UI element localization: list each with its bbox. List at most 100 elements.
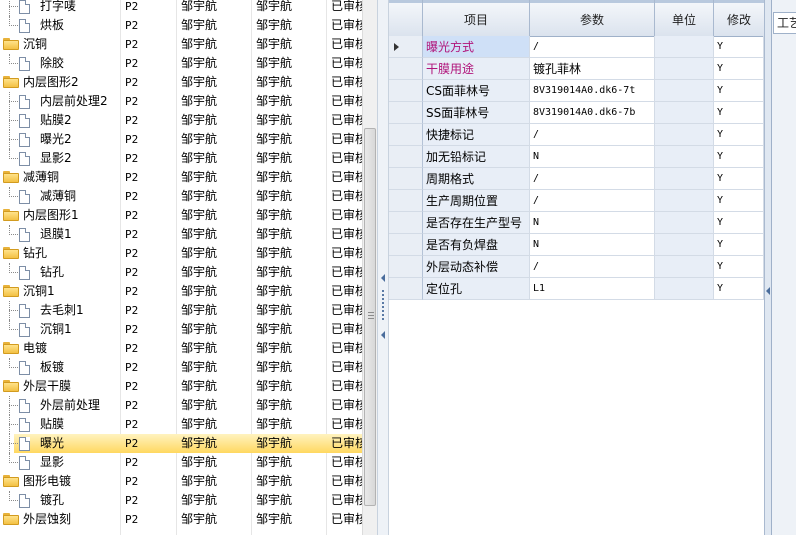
item-cell[interactable]: CS面菲林号: [423, 80, 530, 102]
item-cell[interactable]: 是否有负焊盘: [423, 234, 530, 256]
item-cell[interactable]: 生产周期位置: [423, 190, 530, 212]
row-indicator[interactable]: [389, 146, 423, 168]
modify-cell[interactable]: Y: [714, 278, 764, 300]
tree-row[interactable]: 沉铜1 P2 邹宇航 邹宇航 已审核: [0, 282, 362, 301]
grid-row[interactable]: 是否有负焊盘 N Y: [389, 234, 764, 256]
param-cell[interactable]: N: [530, 146, 655, 168]
tree-node[interactable]: 电镀: [0, 339, 118, 358]
tree-row[interactable]: 除胶 P2 邹宇航 邹宇航 已审核: [0, 54, 362, 73]
tree-row[interactable]: 钻孔 P2 邹宇航 邹宇航 已审核: [0, 263, 362, 282]
item-cell[interactable]: 干膜用途: [423, 58, 530, 80]
unit-cell[interactable]: [655, 80, 714, 102]
grid-row[interactable]: 干膜用途 镀孔菲林 Y: [389, 58, 764, 80]
tree-node[interactable]: 沉铜1: [0, 320, 118, 339]
tree-row[interactable]: 减薄铜 P2 邹宇航 邹宇航 已审核: [0, 187, 362, 206]
tree-row[interactable]: 曝光2 P2 邹宇航 邹宇航 已审核: [0, 130, 362, 149]
tree-node[interactable]: 显影: [0, 453, 118, 472]
grid-row[interactable]: 加无铅标记 N Y: [389, 146, 764, 168]
tree-row[interactable]: 内层前处理2 P2 邹宇航 邹宇航 已审核: [0, 92, 362, 111]
row-indicator[interactable]: [389, 278, 423, 300]
header-unit[interactable]: 单位: [655, 0, 714, 36]
tree-row[interactable]: 显影 P2 邹宇航 邹宇航 已审核: [0, 453, 362, 472]
grid-row[interactable]: 是否存在生产型号 N Y: [389, 212, 764, 234]
grid-row[interactable]: SS面菲林号 8V319014A0.dk6-7b Y: [389, 102, 764, 124]
row-indicator[interactable]: [389, 168, 423, 190]
row-indicator[interactable]: [389, 58, 423, 80]
modify-cell[interactable]: Y: [714, 124, 764, 146]
tree-row[interactable]: 退膜1 P2 邹宇航 邹宇航 已审核: [0, 225, 362, 244]
grid-row[interactable]: 生产周期位置 / Y: [389, 190, 764, 212]
param-cell[interactable]: /: [530, 168, 655, 190]
grid-row[interactable]: 快捷标记 / Y: [389, 124, 764, 146]
param-cell[interactable]: 镀孔菲林: [530, 58, 655, 80]
tree-node[interactable]: 退膜1: [0, 225, 118, 244]
tree-row[interactable]: 钻孔 P2 邹宇航 邹宇航 已审核: [0, 244, 362, 263]
unit-cell[interactable]: [655, 278, 714, 300]
row-indicator[interactable]: [389, 190, 423, 212]
unit-cell[interactable]: [655, 102, 714, 124]
tree-row[interactable]: 贴膜2 P2 邹宇航 邹宇航 已审核: [0, 111, 362, 130]
unit-cell[interactable]: [655, 190, 714, 212]
row-indicator[interactable]: [389, 102, 423, 124]
item-cell[interactable]: SS面菲林号: [423, 102, 530, 124]
process-tree-grid[interactable]: 打字唛 P2 邹宇航 邹宇航 已审核 烘板 P2 邹宇航 邹宇航 已审核 沉铜 P2 邹宇航 邹宇航 已审核…: [0, 0, 362, 535]
modify-cell[interactable]: Y: [714, 212, 764, 234]
tree-node[interactable]: 曝光2: [0, 130, 118, 149]
tree-row[interactable]: 图形电镀 P2 邹宇航 邹宇航 已审核: [0, 472, 362, 491]
unit-cell[interactable]: [655, 58, 714, 80]
collapse-right-arrow-icon[interactable]: [766, 287, 770, 295]
item-cell[interactable]: 曝光方式: [423, 36, 530, 58]
tree-row[interactable]: 去毛刺1 P2 邹宇航 邹宇航 已审核: [0, 301, 362, 320]
param-cell[interactable]: L1: [530, 278, 655, 300]
modify-cell[interactable]: Y: [714, 58, 764, 80]
tree-node[interactable]: 内层前处理2: [0, 92, 118, 111]
tree-row[interactable]: 沉铜 P2 邹宇航 邹宇航 已审核: [0, 35, 362, 54]
parameter-grid[interactable]: 项目 参数 单位 修改 曝光方式 / Y 干膜用途 镀孔菲林 Y CS面菲林号 8V31901…: [389, 0, 764, 535]
unit-cell[interactable]: [655, 146, 714, 168]
unit-cell[interactable]: [655, 168, 714, 190]
tree-row[interactable]: 板镀 P2 邹宇航 邹宇航 已审核: [0, 358, 362, 377]
tree-node[interactable]: 内层图形1: [0, 206, 118, 225]
tree-row[interactable]: 打字唛 P2 邹宇航 邹宇航 已审核: [0, 0, 362, 16]
header-modify[interactable]: 修改: [714, 0, 764, 36]
grid-row[interactable]: 定位孔 L1 Y: [389, 278, 764, 300]
item-cell[interactable]: 加无铅标记: [423, 146, 530, 168]
tree-row[interactable]: 外层干膜 P2 邹宇航 邹宇航 已审核: [0, 377, 362, 396]
param-cell[interactable]: N: [530, 234, 655, 256]
grid-row[interactable]: CS面菲林号 8V319014A0.dk6-7t Y: [389, 80, 764, 102]
item-cell[interactable]: 周期格式: [423, 168, 530, 190]
unit-cell[interactable]: [655, 234, 714, 256]
grid-row[interactable]: 曝光方式 / Y: [389, 36, 764, 58]
tree-node[interactable]: 沉铜: [0, 35, 118, 54]
tree-node[interactable]: 外层干膜: [0, 377, 118, 396]
unit-cell[interactable]: [655, 36, 714, 58]
modify-cell[interactable]: Y: [714, 36, 764, 58]
row-indicator[interactable]: [389, 36, 423, 58]
item-cell[interactable]: 定位孔: [423, 278, 530, 300]
modify-cell[interactable]: Y: [714, 102, 764, 124]
tree-scrollbar-thumb[interactable]: [364, 128, 376, 506]
tree-row[interactable]: 显影2 P2 邹宇航 邹宇航 已审核: [0, 149, 362, 168]
modify-cell[interactable]: Y: [714, 146, 764, 168]
collapse-left-arrow-icon[interactable]: [381, 274, 385, 282]
param-cell[interactable]: /: [530, 124, 655, 146]
unit-cell[interactable]: [655, 124, 714, 146]
tree-node[interactable]: 图形电镀: [0, 472, 118, 491]
param-cell[interactable]: 8V319014A0.dk6-7t: [530, 80, 655, 102]
item-cell[interactable]: 是否存在生产型号: [423, 212, 530, 234]
tree-node[interactable]: 板镀: [0, 358, 118, 377]
tree-node[interactable]: 外层蚀刻: [0, 510, 118, 529]
tree-row[interactable]: 烘板 P2 邹宇航 邹宇航 已审核: [0, 16, 362, 35]
tree-row[interactable]: 外层蚀刻 P2 邹宇航 邹宇航 已审核: [0, 510, 362, 529]
panel-splitter[interactable]: [377, 0, 389, 535]
tree-row[interactable]: 沉铜1 P2 邹宇航 邹宇航 已审核: [0, 320, 362, 339]
param-cell[interactable]: N: [530, 212, 655, 234]
modify-cell[interactable]: Y: [714, 190, 764, 212]
row-indicator[interactable]: [389, 234, 423, 256]
tree-node[interactable]: 曝光: [0, 434, 118, 453]
row-indicator[interactable]: [389, 212, 423, 234]
header-item[interactable]: 项目: [423, 0, 530, 36]
grid-row[interactable]: 周期格式 / Y: [389, 168, 764, 190]
tree-row[interactable]: 内层图形2 P2 邹宇航 邹宇航 已审核: [0, 73, 362, 92]
tree-node[interactable]: 打字唛: [0, 0, 118, 16]
